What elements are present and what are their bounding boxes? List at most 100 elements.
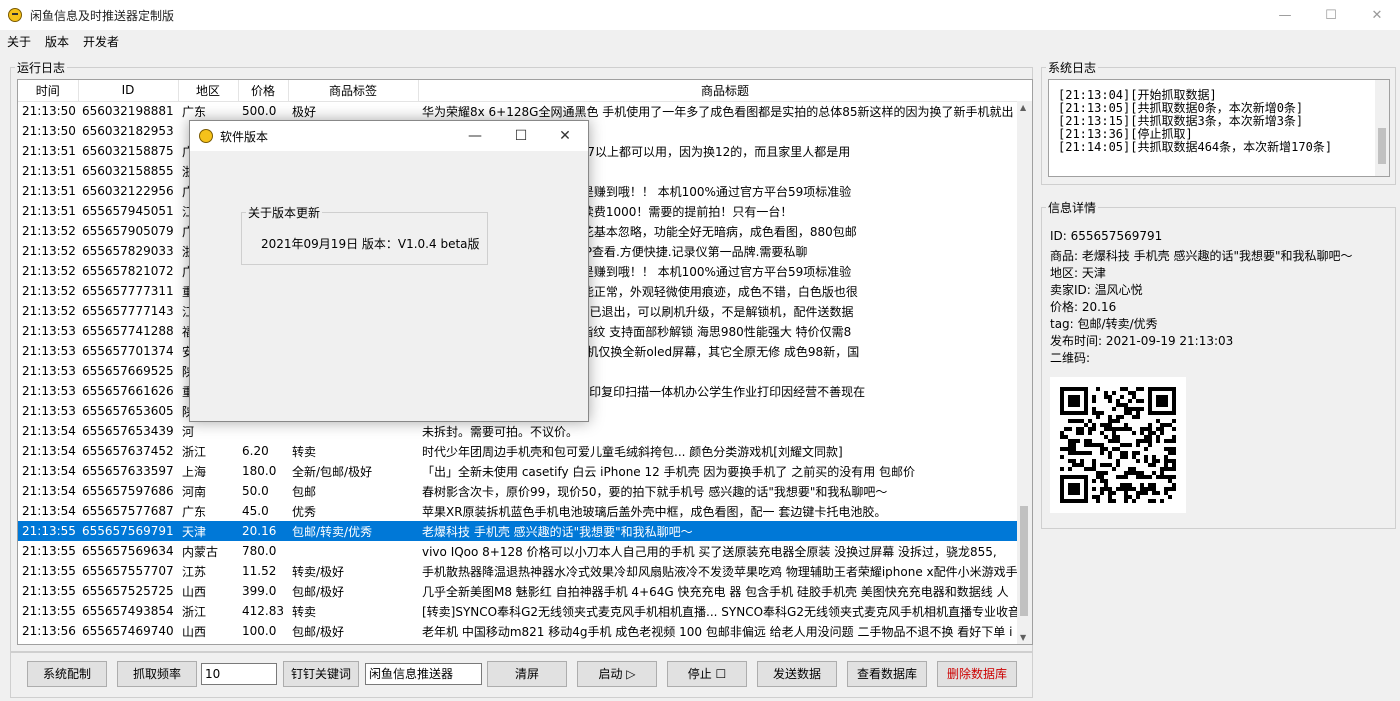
table-row[interactable]: 21:13:50 656032198881 广东 500.0 极好 华为荣耀8x 6+12…: [18, 101, 1032, 121]
system-log-line: [21:14:05][共抓取数据464条，本次新增170条]: [1058, 140, 1333, 154]
table-row[interactable]: 21:13:54 655657633597 上海 180.0 全新/包邮/极好 「出」全新…: [18, 461, 1032, 481]
cell-time: 21:13:51: [22, 204, 76, 218]
frequency-input[interactable]: 10: [201, 663, 277, 685]
cell-id: 655657577687: [82, 504, 174, 518]
cell-id: 655657633597: [82, 464, 174, 478]
dialog-close-icon[interactable]: ✕: [542, 121, 588, 151]
dialog-title-bar: 软件版本 — ☐ ✕: [190, 121, 588, 151]
cell-title: 春树影含次卡，原价99，现价50，要的拍下就手机号 感兴趣的话"我想要"和我私聊…: [422, 484, 888, 499]
column-header-price[interactable]: 价格: [238, 80, 289, 102]
menu-version[interactable]: 版本: [45, 33, 69, 50]
system-log-scroll-thumb[interactable]: [1378, 128, 1386, 164]
window-title: 闲鱼信息及时推送器定制版: [30, 9, 175, 23]
system-log-title: 系统日志: [1048, 61, 1097, 75]
cell-id: 655657637452: [82, 444, 174, 458]
cell-time: 21:13:53: [22, 324, 76, 338]
cell-id: 655657653439: [82, 424, 174, 438]
minimize-icon[interactable]: —: [1262, 0, 1308, 30]
table-row[interactable]: 21:13:54 655657577687 广东 45.0 优秀 苹果XR原装拆机蓝色手机…: [18, 501, 1032, 521]
cell-title: 苹果XR原装拆机蓝色手机电池玻璃后盖外壳中框，成色看图，配一 套边键卡托电池胶。: [422, 504, 887, 519]
view-database-button[interactable]: 查看数据库: [847, 661, 927, 687]
cell-time: 21:13:55: [22, 604, 76, 618]
cell-title: 老年机 中国移动m821 移动4g手机 成色老视频 100 包邮非偏远 给老人用…: [422, 624, 1013, 639]
cell-id: 655657661626: [82, 384, 174, 398]
cell-region: 广东: [182, 504, 207, 519]
column-header-tag[interactable]: 商品标签: [288, 80, 419, 102]
cell-time: 21:13:52: [22, 284, 76, 298]
cell-id: 655657653605: [82, 404, 174, 418]
cell-tag: 极好: [292, 104, 317, 119]
cell-time: 21:13:52: [22, 304, 76, 318]
close-icon[interactable]: ✕: [1354, 0, 1400, 30]
cell-id: 655657777311: [82, 284, 174, 298]
cell-time: 21:13:55: [22, 544, 76, 558]
scroll-down-icon[interactable]: ▼: [1020, 633, 1026, 642]
menu-developer[interactable]: 开发者: [83, 33, 119, 50]
cell-price: 399.0: [242, 584, 277, 598]
table-row[interactable]: 21:13:55 655657525725 山西 399.0 包邮/极好 几乎全新美图M8…: [18, 581, 1032, 601]
table-row[interactable]: 21:13:55 655657569634 内蒙古 780.0 vivo IQoo 8+…: [18, 541, 1032, 561]
table-row[interactable]: 21:13:54 655657637452 浙江 6.20 转卖 时代少年团周边手机壳和包…: [18, 441, 1032, 461]
table-row[interactable]: 21:13:54 655657653439 河 未拆封。需要可拍。不议价。: [18, 421, 1032, 441]
log-scrollbar[interactable]: ▲ ▼: [1017, 101, 1032, 644]
cell-id: 655657741288: [82, 324, 174, 338]
column-header-title[interactable]: 商品标题: [418, 80, 1032, 102]
log-scroll-thumb[interactable]: [1020, 506, 1028, 616]
cell-price: 11.52: [242, 564, 277, 578]
app-logo-icon: [8, 8, 22, 22]
cell-price: 180.0: [242, 464, 277, 478]
keyword-button[interactable]: 钉钉关键词: [283, 661, 359, 687]
menu-about[interactable]: 关于: [7, 33, 31, 50]
version-update-title: 关于版本更新: [248, 206, 321, 220]
keyword-input[interactable]: 闲鱼信息推送器: [365, 663, 482, 685]
delete-database-button[interactable]: 删除数据库: [937, 661, 1017, 687]
cell-tag: 优秀: [292, 504, 317, 519]
dialog-maximize-icon[interactable]: ☐: [498, 121, 544, 151]
table-row[interactable]: 21:13:55 655657493854 浙江 412.83 转卖 [转卖]SYNCO奉…: [18, 601, 1032, 621]
detail-price: 价格: 20.16: [1050, 300, 1117, 314]
system-config-button[interactable]: 系统配制: [27, 661, 107, 687]
cell-time: 21:13:53: [22, 344, 76, 358]
cell-region: 山西: [182, 624, 207, 639]
detail-title: 信息详情: [1048, 201, 1097, 215]
send-data-button[interactable]: 发送数据: [757, 661, 837, 687]
cell-id: 655657569791: [78, 521, 178, 541]
cell-id: 655657569634: [82, 544, 174, 558]
maximize-icon[interactable]: ☐: [1308, 0, 1354, 30]
table-row[interactable]: 21:13:56 655657469740 山西 100.0 包邮/极好 老年机 中国移动…: [18, 621, 1032, 641]
cell-title: 未拆封。需要可拍。不议价。: [422, 424, 579, 439]
table-row[interactable]: 21:13:55 655657569791 天津 20.16 包邮/转卖/优秀 老爆科技 …: [18, 521, 1032, 541]
column-header-region[interactable]: 地区: [178, 80, 239, 102]
scroll-up-icon[interactable]: ▲: [1020, 103, 1026, 112]
frequency-button[interactable]: 抓取频率: [117, 661, 197, 687]
cell-price: 6.20: [242, 444, 269, 458]
cell-tag: [288, 421, 418, 441]
title-bar: 闲鱼信息及时推送器定制版 — ☐ ✕: [0, 0, 1400, 30]
system-log-scrollbar[interactable]: [1375, 80, 1389, 176]
cell-title: vivo IQoo 8+128 价格可以小刀本人自己用的手机 买了送原装充电器全…: [422, 544, 997, 559]
column-header-time[interactable]: 时间: [18, 80, 79, 102]
cell-tag: 转卖/极好: [292, 564, 345, 579]
table-row[interactable]: 21:13:55 655657557707 江苏 11.52 转卖/极好 手机散热器降温退…: [18, 561, 1032, 581]
column-header-id[interactable]: ID: [78, 80, 179, 102]
qr-finder-pattern: [1060, 475, 1088, 503]
cell-region: 天津: [178, 521, 238, 541]
system-log-box[interactable]: [21:13:04][开始抓取数据] [21:13:05][共抓取数据0条，本次…: [1048, 79, 1390, 177]
clear-screen-button[interactable]: 清屏: [487, 661, 567, 687]
dialog-minimize-icon[interactable]: —: [452, 121, 498, 151]
detail-publish-time: 发布时间: 2021-09-19 21:13:03: [1050, 334, 1234, 348]
cell-time: 21:13:54: [22, 504, 76, 518]
cell-title: 「出」全新未使用 casetify 白云 iPhone 12 手机壳 因为要换手…: [422, 464, 916, 479]
detail-tag: tag: 包邮/转卖/优秀: [1050, 317, 1158, 331]
cell-time: 21:13:53: [22, 384, 76, 398]
version-dialog: 软件版本 — ☐ ✕ 关于版本更新 2021年09月19日 版本：V1.0.4 …: [189, 120, 589, 422]
start-button[interactable]: 启动 ▷: [577, 661, 657, 687]
cell-region: 河南: [182, 484, 207, 499]
table-row[interactable]: 21:13:54 655657597686 河南 50.0 包邮 春树影含次卡，原价99，…: [18, 481, 1032, 501]
cell-id: 655657777143: [82, 304, 174, 318]
cell-title: 几乎全新美图M8 魅影红 自拍神器手机 4+64G 快充充电 器 包含手机 硅胶…: [422, 584, 1009, 599]
cell-price: 780.0: [242, 544, 277, 558]
table-header-row: 时间 ID 地区 价格 商品标签 商品标题: [18, 80, 1032, 102]
cell-id: 656032158855: [82, 164, 174, 178]
stop-button[interactable]: 停止 ☐: [667, 661, 747, 687]
